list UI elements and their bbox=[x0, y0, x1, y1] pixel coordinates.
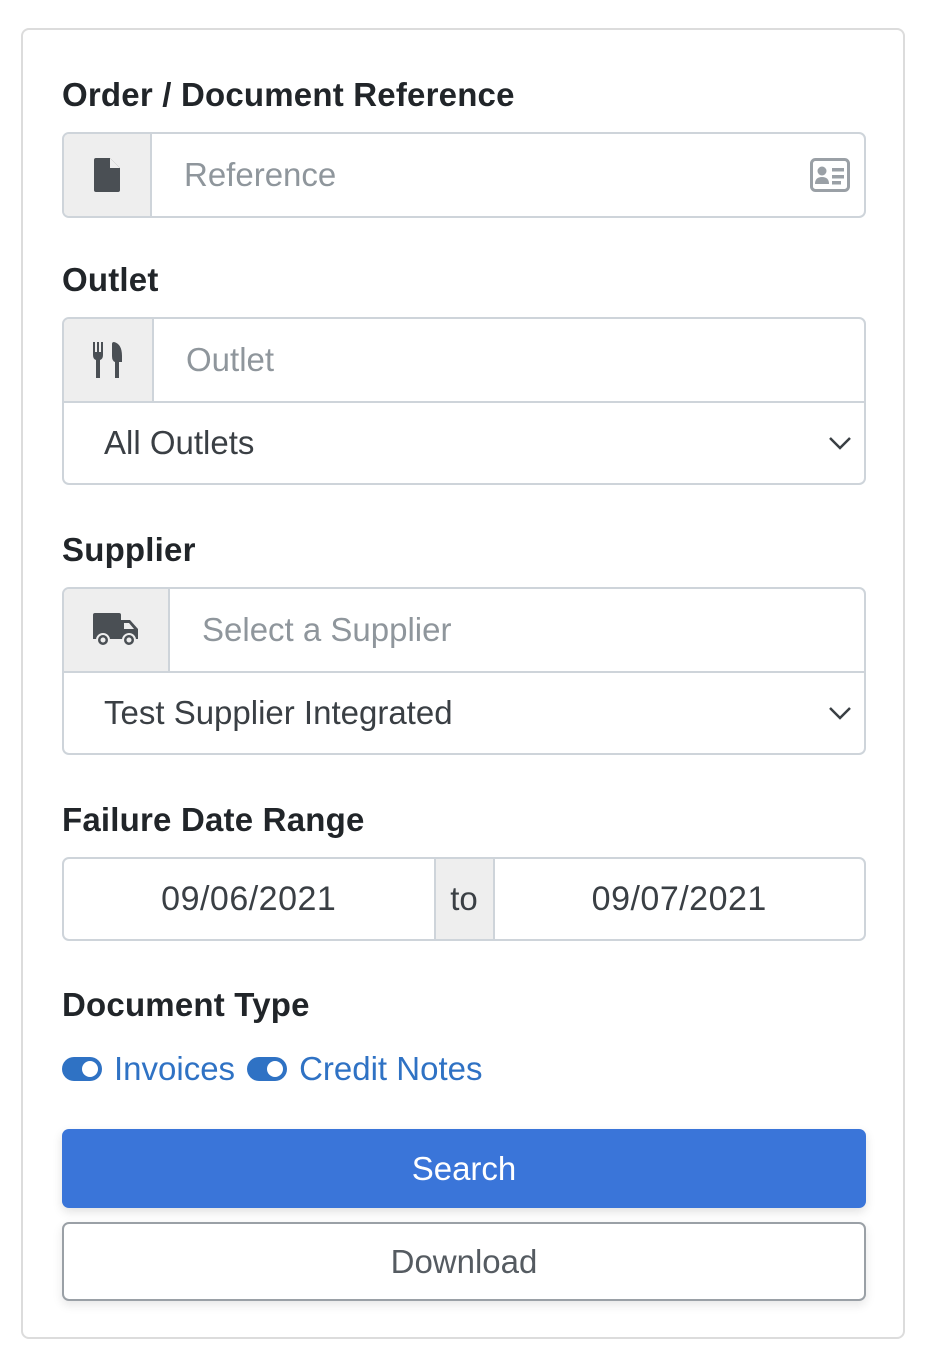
toggle-invoices[interactable]: Invoices bbox=[62, 1050, 235, 1088]
reference-input[interactable]: Reference bbox=[152, 156, 810, 194]
date-separator: to bbox=[433, 859, 495, 939]
document-type-toggles: Invoices Credit Notes bbox=[62, 1048, 494, 1090]
toggle-switch-icon[interactable] bbox=[247, 1057, 288, 1081]
document-type-label: Document Type bbox=[62, 986, 310, 1023]
outlet-selected-value: All Outlets bbox=[104, 424, 255, 461]
outlet-input[interactable]: Outlet bbox=[154, 341, 864, 379]
filter-card: Order / Document Reference Reference Out… bbox=[21, 28, 905, 1339]
toggle-credit-notes[interactable]: Credit Notes bbox=[247, 1050, 482, 1088]
supplier-selected-value: Test Supplier Integrated bbox=[104, 694, 453, 731]
outlet-input-group: Outlet All Outlets bbox=[62, 317, 866, 485]
chevron-down-icon bbox=[829, 437, 851, 450]
utensils-icon bbox=[93, 342, 122, 378]
reference-addon bbox=[64, 134, 152, 216]
date-to-input[interactable]: 09/07/2021 bbox=[495, 859, 865, 939]
chevron-down-icon bbox=[829, 707, 851, 720]
search-button[interactable]: Search bbox=[62, 1129, 866, 1208]
truck-icon bbox=[93, 613, 138, 647]
date-range-group: 09/06/2021 to 09/07/2021 bbox=[62, 857, 866, 941]
outlet-addon bbox=[64, 319, 154, 401]
supplier-input-group: Select a Supplier Test Supplier Integrat… bbox=[62, 587, 866, 755]
toggle-switch-icon[interactable] bbox=[62, 1057, 102, 1081]
supplier-label: Supplier bbox=[62, 531, 196, 568]
outlet-label: Outlet bbox=[62, 261, 159, 298]
supplier-input[interactable]: Select a Supplier bbox=[170, 611, 864, 649]
id-card-icon bbox=[810, 158, 850, 192]
supplier-addon bbox=[64, 589, 170, 671]
reference-label: Order / Document Reference bbox=[62, 76, 515, 113]
toggle-credit-notes-label[interactable]: Credit Notes bbox=[299, 1050, 482, 1088]
outlet-select[interactable]: All Outlets bbox=[64, 401, 864, 483]
date-from-input[interactable]: 09/06/2021 bbox=[64, 859, 434, 939]
date-range-label: Failure Date Range bbox=[62, 801, 365, 838]
reference-input-group: Reference bbox=[62, 132, 866, 218]
supplier-select[interactable]: Test Supplier Integrated bbox=[64, 671, 864, 753]
download-button[interactable]: Download bbox=[62, 1222, 866, 1301]
toggle-invoices-label[interactable]: Invoices bbox=[114, 1050, 235, 1088]
file-icon bbox=[94, 158, 120, 192]
